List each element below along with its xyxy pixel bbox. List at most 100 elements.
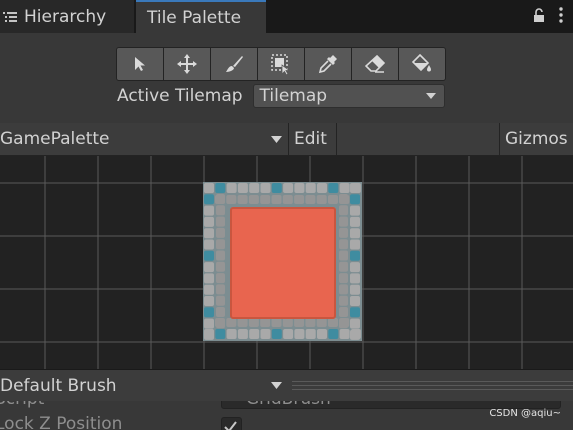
stone-tile xyxy=(328,318,338,327)
resize-splitter-line[interactable] xyxy=(292,389,573,390)
stone-tile xyxy=(204,239,214,250)
stone-tile xyxy=(237,183,248,193)
script-row: Script GridBrush xyxy=(0,401,573,411)
stone-tile xyxy=(339,318,348,329)
stone-tile xyxy=(271,318,282,327)
box-fill-tool-icon xyxy=(271,54,291,75)
stone-tile xyxy=(339,205,348,216)
tile-palette-panel: Active Tilemap Tilemap xyxy=(0,33,573,123)
stone-tile xyxy=(204,284,214,295)
stone-tile xyxy=(350,228,360,239)
chevron-down-icon xyxy=(271,382,282,389)
chevron-down-icon xyxy=(271,135,282,143)
stone-tile xyxy=(249,183,260,193)
stone-tile xyxy=(260,329,271,339)
stone-tile xyxy=(294,329,305,339)
stone-tile xyxy=(283,183,294,193)
stone-tile xyxy=(339,273,348,284)
stone-tile xyxy=(271,183,282,193)
stone-tile xyxy=(317,183,327,193)
hierarchy-list-icon xyxy=(3,11,17,22)
stone-tile xyxy=(216,261,225,272)
stone-tile xyxy=(216,239,225,250)
fill-tool-button[interactable] xyxy=(399,48,445,80)
stone-tile xyxy=(260,318,271,327)
stone-tile xyxy=(226,318,237,327)
palette-toolbar: GamePalette Edit Gizmos xyxy=(0,123,573,156)
stone-tile xyxy=(204,318,214,329)
stone-tile xyxy=(339,284,348,295)
stone-tile xyxy=(282,318,293,327)
stone-tile xyxy=(350,216,360,227)
chevron-down-icon xyxy=(425,93,436,99)
active-tilemap-row: Active Tilemap Tilemap xyxy=(117,84,445,108)
eraser-tool-button[interactable] xyxy=(352,48,399,80)
stone-tile xyxy=(316,195,327,204)
brush-dropdown[interactable]: Default Brush xyxy=(0,370,288,401)
gizmos-button[interactable]: Gizmos xyxy=(499,123,573,155)
tab-tile-palette[interactable]: Tile Palette xyxy=(136,0,266,33)
stone-tile xyxy=(339,183,350,193)
stone-tile xyxy=(237,329,248,339)
stone-tile xyxy=(204,250,214,261)
select-tool-button[interactable] xyxy=(117,48,164,80)
stone-tile xyxy=(317,329,327,339)
resize-splitter-line[interactable] xyxy=(292,381,573,382)
stone-tile xyxy=(204,216,214,227)
tab-tile-palette-label: Tile Palette xyxy=(147,7,242,28)
picker-tool-icon xyxy=(318,55,337,74)
checkmark-icon xyxy=(224,421,237,430)
edit-palette-button[interactable]: Edit xyxy=(289,123,337,155)
stone-tile xyxy=(216,216,225,227)
window-tab-bar: Hierarchy Tile Palette xyxy=(0,0,573,33)
stone-tile xyxy=(215,183,226,193)
stone-tile xyxy=(350,205,360,216)
stone-tile xyxy=(316,318,327,327)
stone-tile xyxy=(204,307,214,318)
stone-tile xyxy=(248,318,259,327)
stone-tile xyxy=(350,329,360,340)
tab-hierarchy[interactable]: Hierarchy xyxy=(0,0,135,33)
stone-tile xyxy=(216,284,225,295)
palette-grid-view[interactable] xyxy=(0,156,573,369)
more-options-icon[interactable] xyxy=(559,7,563,23)
stone-tile xyxy=(282,195,293,204)
tile-tools-toolbar xyxy=(116,47,446,81)
select-tool-icon xyxy=(135,57,145,71)
tab-hierarchy-label: Hierarchy xyxy=(24,6,107,27)
stone-tile xyxy=(237,318,248,327)
active-tilemap-dropdown[interactable]: Tilemap xyxy=(252,84,445,108)
stone-tile xyxy=(204,228,214,239)
stone-tile xyxy=(339,227,348,238)
move-tool-button[interactable] xyxy=(164,48,211,80)
stone-tile xyxy=(339,307,348,317)
picker-tool-button[interactable] xyxy=(305,48,352,80)
stone-tile xyxy=(216,250,225,261)
stone-tile xyxy=(339,329,350,339)
stone-tile xyxy=(204,273,214,284)
stone-tile xyxy=(350,239,360,250)
stone-tile xyxy=(204,329,214,340)
resize-splitter-line[interactable] xyxy=(292,385,573,386)
red-tile xyxy=(230,207,336,319)
stone-tile xyxy=(305,318,316,327)
stone-tile xyxy=(216,295,225,306)
palette-grid[interactable] xyxy=(0,156,573,369)
stone-tile xyxy=(350,318,360,329)
move-tool-icon xyxy=(177,54,197,74)
lock-icon[interactable] xyxy=(533,7,545,23)
box-fill-tool-button[interactable] xyxy=(258,48,305,80)
script-label: Script xyxy=(0,401,44,409)
lock-z-checkbox[interactable] xyxy=(221,417,242,430)
stone-tile xyxy=(294,183,305,193)
stone-tile xyxy=(271,329,282,339)
palette-dropdown[interactable]: GamePalette xyxy=(0,123,289,155)
tab-actions xyxy=(533,7,563,23)
brush-inspector: Script GridBrush Lock Z Position xyxy=(0,401,573,430)
lock-z-row: Lock Z Position xyxy=(0,414,573,430)
stone-tile xyxy=(339,216,348,227)
stone-tile xyxy=(216,273,225,284)
paint-brush-tool-button[interactable] xyxy=(211,48,258,80)
stone-tile xyxy=(350,296,360,306)
brush-name: Default Brush xyxy=(0,375,117,396)
